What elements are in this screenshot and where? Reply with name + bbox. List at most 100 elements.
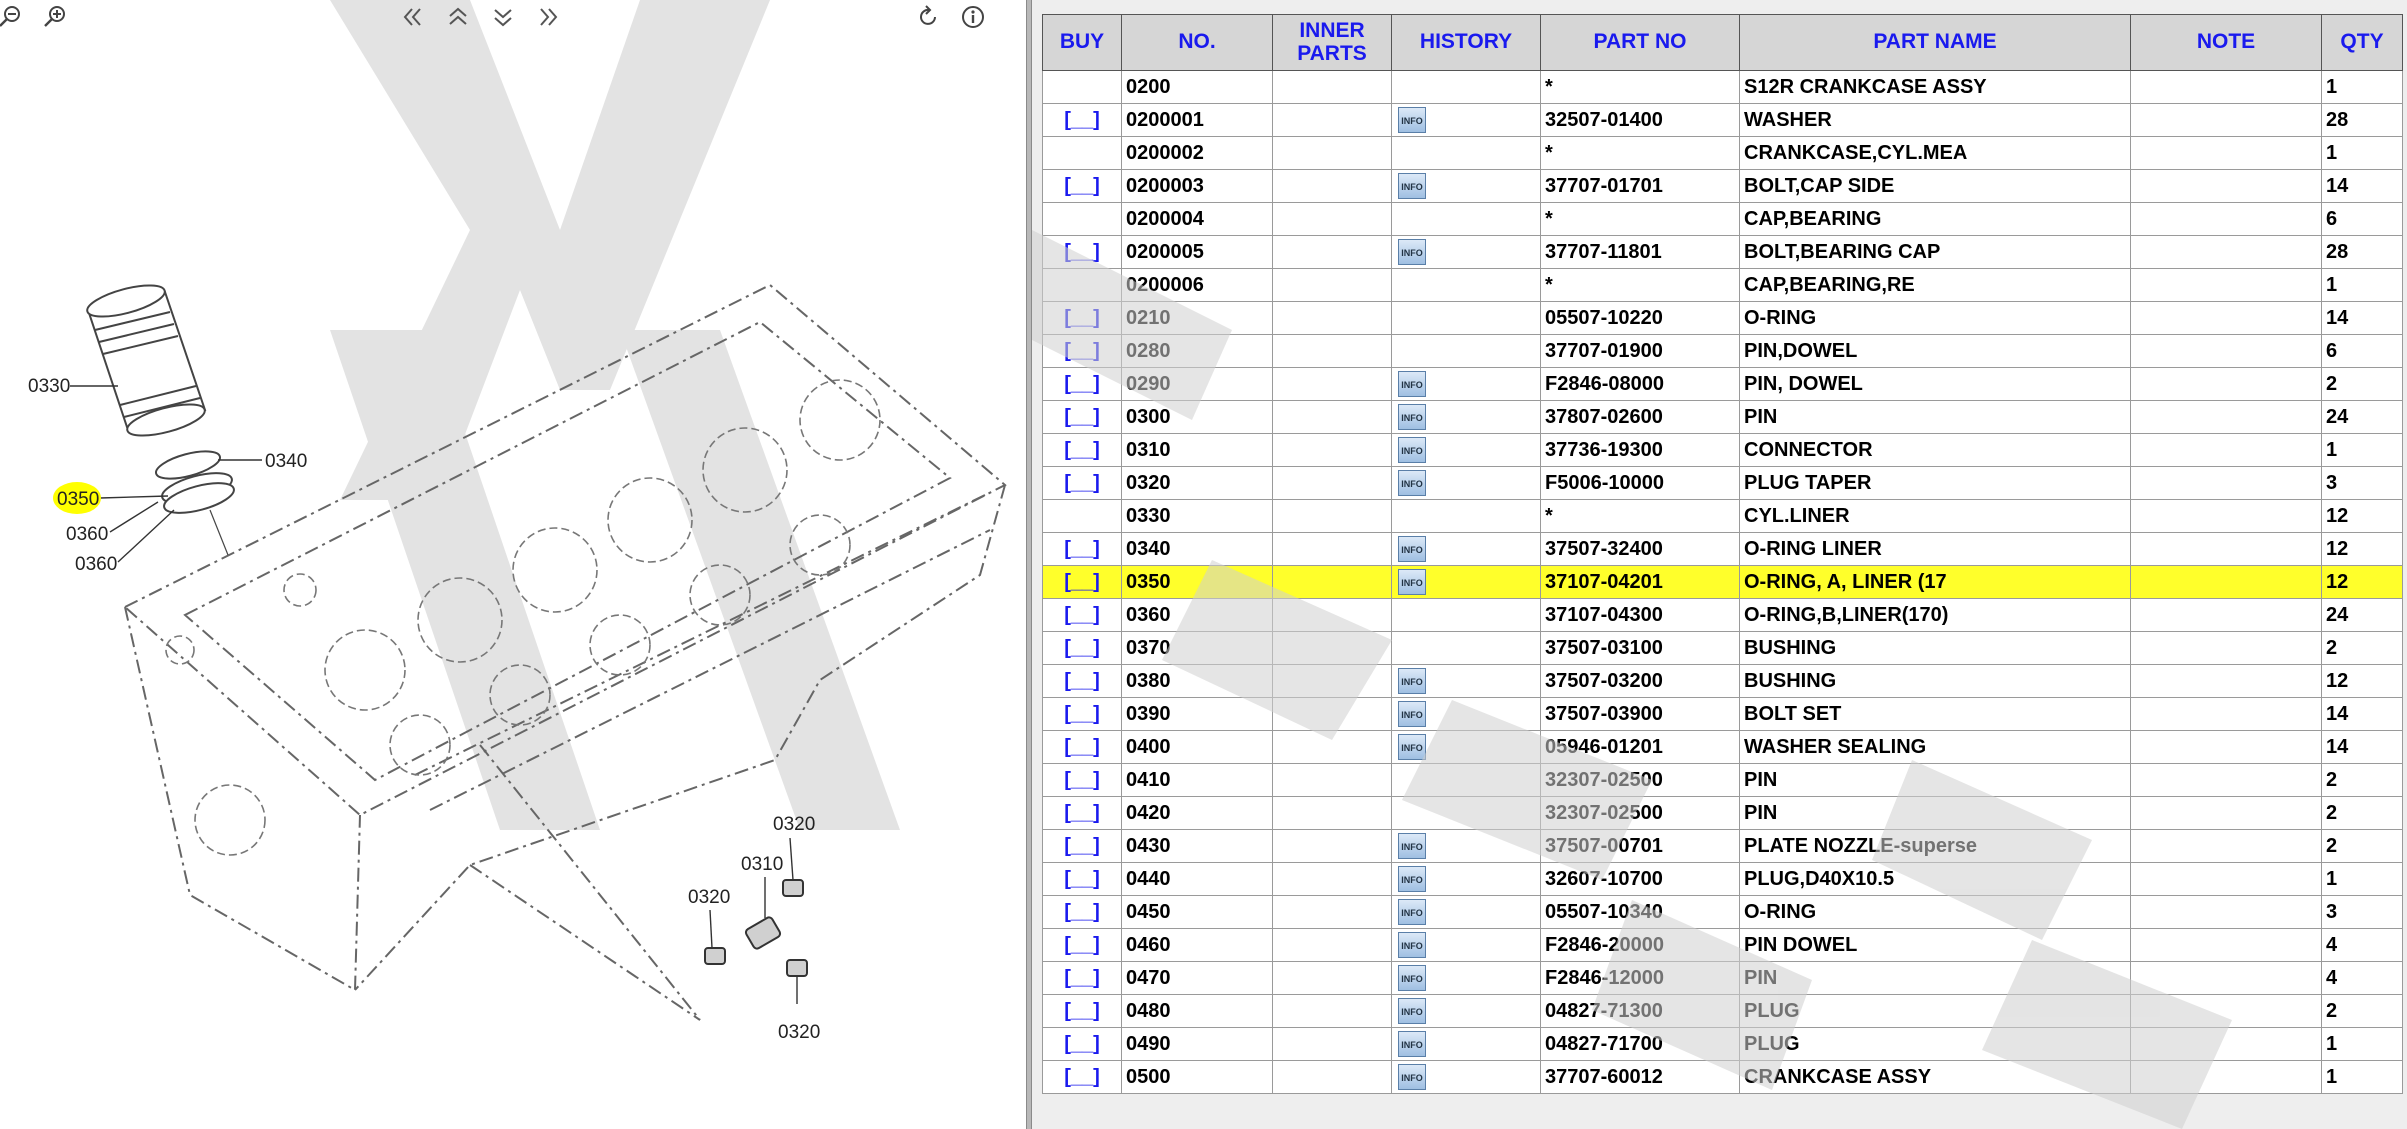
table-row[interactable]: [__] 0200001 INFO 32507-01400 WASHER 28	[1042, 103, 2403, 137]
buy-button[interactable]: [__]	[1064, 406, 1100, 428]
buy-button[interactable]: [__]	[1064, 868, 1100, 890]
buy-button[interactable]: [__]	[1064, 439, 1100, 461]
history-info-icon[interactable]: INFO	[1398, 569, 1426, 595]
history-info-icon[interactable]: INFO	[1398, 965, 1426, 991]
table-row[interactable]: [__] 0420 32307-02500 PIN 2	[1042, 796, 2403, 830]
buy-button[interactable]: [__]	[1064, 835, 1100, 857]
buy-button[interactable]: [__]	[1064, 967, 1100, 989]
table-row[interactable]: [__] 0490 INFO 04827-71700 PLUG 1	[1042, 1027, 2403, 1061]
table-row[interactable]: 0200 * S12R CRANKCASE ASSY 1	[1042, 70, 2403, 104]
buy-button[interactable]: [__]	[1064, 472, 1100, 494]
qty: 2	[2321, 631, 2403, 665]
history-info-icon[interactable]: INFO	[1398, 1064, 1426, 1090]
table-row[interactable]: [__] 0380 INFO 37507-03200 BUSHING 12	[1042, 664, 2403, 698]
buy-button[interactable]: [__]	[1064, 373, 1100, 395]
callout-0310[interactable]: 0310	[741, 854, 783, 875]
history-info-icon[interactable]: INFO	[1398, 173, 1426, 199]
buy-button[interactable]: [__]	[1064, 307, 1100, 329]
history-info-icon[interactable]: INFO	[1398, 932, 1426, 958]
inner-parts-cell	[1272, 730, 1392, 764]
buy-button[interactable]: [__]	[1064, 241, 1100, 263]
part-no: F2846-08000	[1540, 367, 1740, 401]
buy-button[interactable]: [__]	[1064, 736, 1100, 758]
buy-button[interactable]: [__]	[1064, 604, 1100, 626]
history-info-icon[interactable]: INFO	[1398, 1031, 1426, 1057]
table-row[interactable]: 0200006 * CAP,BEARING,RE 1	[1042, 268, 2403, 302]
buy-button[interactable]: [__]	[1064, 538, 1100, 560]
history-info-icon[interactable]: INFO	[1398, 899, 1426, 925]
callout-0320-a[interactable]: 0320	[773, 814, 815, 835]
table-row[interactable]: [__] 0470 INFO F2846-12000 PIN 4	[1042, 961, 2403, 995]
buy-button[interactable]: [__]	[1064, 571, 1100, 593]
inner-parts-cell	[1272, 829, 1392, 863]
buy-button[interactable]: [__]	[1064, 637, 1100, 659]
buy-button[interactable]: [__]	[1064, 670, 1100, 692]
table-row[interactable]: [__] 0200003 INFO 37707-01701 BOLT,CAP SIDE 1…	[1042, 169, 2403, 203]
header-history: HISTORY	[1391, 14, 1541, 71]
callout-0330[interactable]: 0330	[28, 376, 70, 397]
callout-0320-b[interactable]: 0320	[688, 887, 730, 908]
history-info-icon[interactable]: INFO	[1398, 470, 1426, 496]
table-row[interactable]: [__] 0350 INFO 37107-04201 O-RING, A, LINER …	[1042, 565, 2403, 599]
buy-button[interactable]: [__]	[1064, 769, 1100, 791]
callout-labels[interactable]: 0330 0340 0350 0360 0360 0320 0310 0320 …	[28, 376, 820, 1043]
note	[2130, 532, 2322, 566]
callout-0320-c[interactable]: 0320	[778, 1022, 820, 1043]
buy-button[interactable]: [__]	[1064, 703, 1100, 725]
history-info-icon[interactable]: INFO	[1398, 404, 1426, 430]
table-row[interactable]: [__] 0310 INFO 37736-19300 CONNECTOR 1	[1042, 433, 2403, 467]
table-row[interactable]: [__] 0390 INFO 37507-03900 BOLT SET 14	[1042, 697, 2403, 731]
callout-0340[interactable]: 0340	[265, 451, 307, 472]
buy-cell: [__]	[1042, 235, 1122, 269]
table-row[interactable]: [__] 0280 37707-01900 PIN,DOWEL 6	[1042, 334, 2403, 368]
item-no: 0500	[1121, 1060, 1273, 1094]
buy-button[interactable]: [__]	[1064, 109, 1100, 131]
table-row[interactable]: 0330 * CYL.LINER 12	[1042, 499, 2403, 533]
buy-button[interactable]: [__]	[1064, 934, 1100, 956]
table-row[interactable]: [__] 0290 INFO F2846-08000 PIN, DOWEL 2	[1042, 367, 2403, 401]
buy-button[interactable]: [__]	[1064, 175, 1100, 197]
history-info-icon[interactable]: INFO	[1398, 998, 1426, 1024]
table-row[interactable]: [__] 0440 INFO 32607-10700 PLUG,D40X10.5 1	[1042, 862, 2403, 896]
table-row[interactable]: 0200002 * CRANKCASE,CYL.MEA 1	[1042, 136, 2403, 170]
table-row[interactable]: [__] 0210 05507-10220 O-RING 14	[1042, 301, 2403, 335]
table-row[interactable]: [__] 0430 INFO 37507-00701 PLATE NOZZLE-supe…	[1042, 829, 2403, 863]
table-row[interactable]: [__] 0410 32307-02500 PIN 2	[1042, 763, 2403, 797]
table-row[interactable]: [__] 0400 INFO 05946-01201 WASHER SEALING 14	[1042, 730, 2403, 764]
part-no: *	[1540, 202, 1740, 236]
callout-0360-b[interactable]: 0360	[75, 554, 117, 575]
history-info-icon[interactable]: INFO	[1398, 668, 1426, 694]
history-info-icon[interactable]: INFO	[1398, 107, 1426, 133]
buy-button[interactable]: [__]	[1064, 1000, 1100, 1022]
buy-button[interactable]: [__]	[1064, 901, 1100, 923]
table-row[interactable]: [__] 0480 INFO 04827-71300 PLUG 2	[1042, 994, 2403, 1028]
buy-button[interactable]: [__]	[1064, 340, 1100, 362]
history-info-icon[interactable]: INFO	[1398, 371, 1426, 397]
buy-button[interactable]: [__]	[1064, 802, 1100, 824]
table-row[interactable]: [__] 0500 INFO 37707-60012 CRANKCASE ASSY 1	[1042, 1060, 2403, 1094]
buy-button[interactable]: [__]	[1064, 1033, 1100, 1055]
table-row[interactable]: [__] 0340 INFO 37507-32400 O-RING LINER 12	[1042, 532, 2403, 566]
history-cell	[1391, 598, 1541, 632]
history-info-icon[interactable]: INFO	[1398, 701, 1426, 727]
table-row[interactable]: [__] 0450 INFO 05507-10340 O-RING 3	[1042, 895, 2403, 929]
table-row[interactable]: [__] 0460 INFO F2846-20000 PIN DOWEL 4	[1042, 928, 2403, 962]
table-row[interactable]: [__] 0300 INFO 37807-02600 PIN 24	[1042, 400, 2403, 434]
history-info-icon[interactable]: INFO	[1398, 833, 1426, 859]
callout-0350[interactable]: 0350	[57, 489, 99, 510]
table-row[interactable]: [__] 0200005 INFO 37707-11801 BOLT,BEARING C…	[1042, 235, 2403, 269]
table-row[interactable]: [__] 0360 37107-04300 O-RING,B,LINER(170) 24	[1042, 598, 2403, 632]
table-row[interactable]: [__] 0370 37507-03100 BUSHING 2	[1042, 631, 2403, 665]
history-info-icon[interactable]: INFO	[1398, 437, 1426, 463]
history-info-icon[interactable]: INFO	[1398, 866, 1426, 892]
item-no: 0460	[1121, 928, 1273, 962]
qty: 28	[2321, 103, 2403, 137]
qty: 1	[2321, 1060, 2403, 1094]
history-info-icon[interactable]: INFO	[1398, 734, 1426, 760]
history-info-icon[interactable]: INFO	[1398, 239, 1426, 265]
table-row[interactable]: 0200004 * CAP,BEARING 6	[1042, 202, 2403, 236]
callout-0360-a[interactable]: 0360	[66, 524, 108, 545]
table-row[interactable]: [__] 0320 INFO F5006-10000 PLUG TAPER 3	[1042, 466, 2403, 500]
history-info-icon[interactable]: INFO	[1398, 536, 1426, 562]
buy-button[interactable]: [__]	[1064, 1066, 1100, 1088]
